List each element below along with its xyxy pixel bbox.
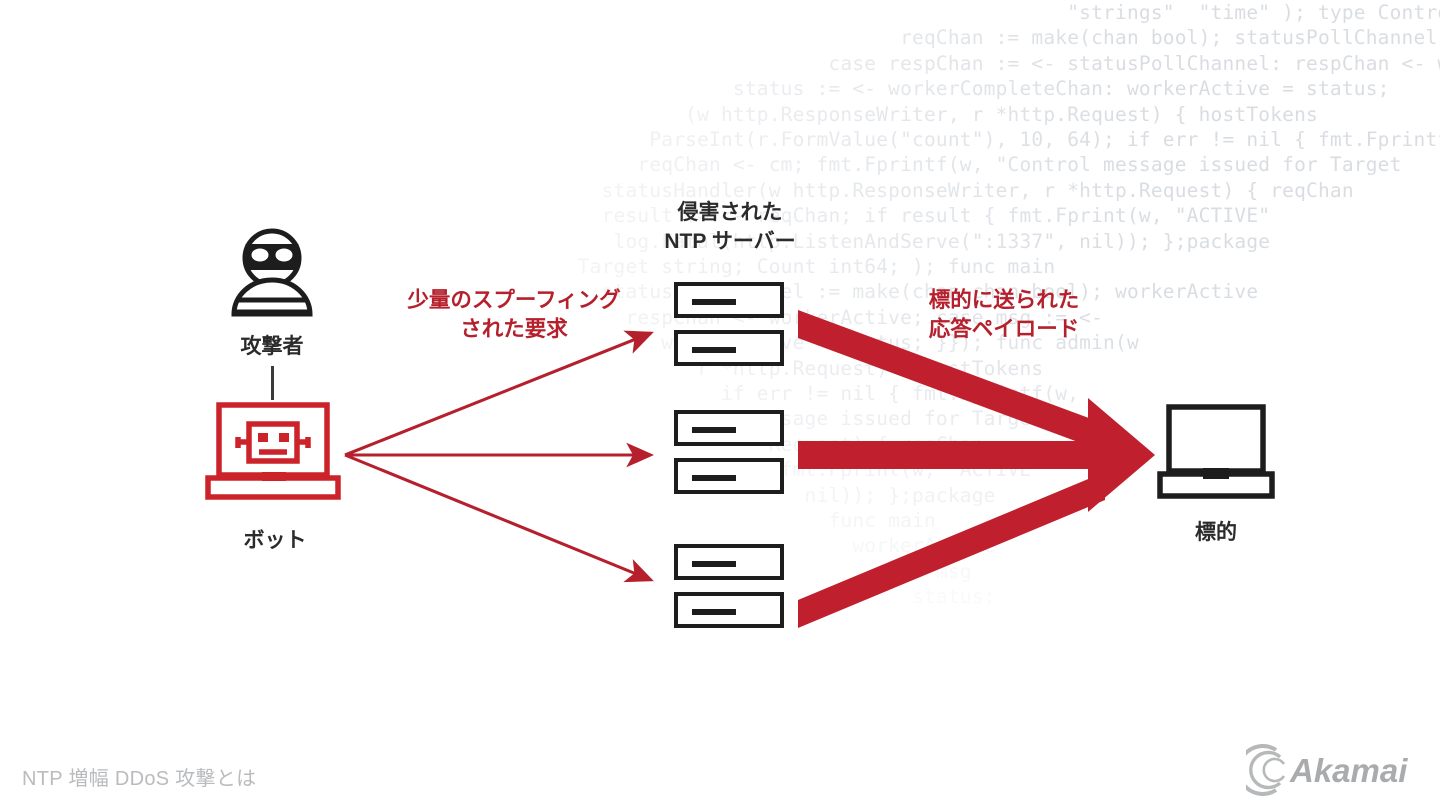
code-line: func main (518, 509, 936, 532)
attacker-label: 攻撃者 (240, 335, 304, 358)
diagram-canvas: "strings" "time" ); type ControlMessage … (0, 0, 1440, 810)
server-led-icon (692, 427, 736, 433)
page-caption: NTP 増幅 DDoS 攻撃とは (22, 768, 257, 790)
code-line: Target string; Count int64; ); func main (518, 255, 1056, 278)
code-line: if err != nil { fmt.Fprintf(w, (518, 382, 1080, 405)
attacker-bot-connector (271, 366, 274, 400)
code-line: status := <- workerCompleteChan: workerA… (518, 77, 1390, 101)
bot-label: ボット (243, 529, 307, 552)
server-led-icon (692, 475, 736, 481)
code-line: reqChan := make(chan bool); statusPollCh… (900, 26, 1438, 50)
server-unit (674, 544, 784, 580)
server-led-icon (692, 561, 736, 567)
server-unit (674, 458, 784, 494)
response-arrows (798, 310, 1155, 628)
ntp-server-stack (674, 544, 786, 640)
code-line: ParseInt(r.FormValue("count"), 10, 64); … (518, 128, 1440, 151)
ntp-server-stack (674, 410, 786, 506)
code-line: reqChan <- cm; fmt.Fprintf(w, "Control m… (518, 153, 1402, 177)
server-unit (674, 592, 784, 628)
target-label: 標的 (1195, 521, 1237, 544)
server-led-icon (692, 299, 736, 305)
code-line: (w http.ResponseWriter, r *http.Request)… (518, 102, 1318, 126)
request-flow-label: 少量のスプーフィング された要求 (407, 288, 621, 341)
bot-icon (205, 402, 341, 500)
server-unit (674, 282, 784, 318)
target-icon (1157, 404, 1275, 499)
response-flow-label: 標的に送られた 応答ペイロード (928, 288, 1080, 341)
request-arrows (344, 330, 655, 583)
server-led-icon (692, 347, 736, 353)
attacker-icon (231, 228, 313, 317)
code-line: "strings" "time" ); type ControlMessage … (1067, 1, 1440, 24)
ntp-servers-label: 侵害された NTP サーバー (664, 201, 796, 253)
ntp-server-stack (674, 282, 786, 378)
code-line: case respChan := <- statusPollChannel: r… (828, 51, 1440, 75)
akamai-wordmark: Akamai (1289, 752, 1408, 789)
akamai-logo: Akamai (1246, 744, 1408, 796)
server-unit (674, 410, 784, 446)
server-unit (674, 330, 784, 366)
server-led-icon (692, 609, 736, 615)
